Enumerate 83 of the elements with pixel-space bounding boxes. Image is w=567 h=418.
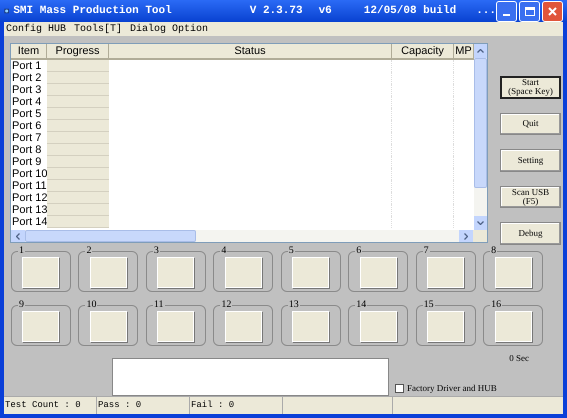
menu-item[interactable]: Tools[T] xyxy=(74,22,122,36)
port-button[interactable] xyxy=(494,311,532,342)
table-cell-text: Port 7 xyxy=(11,132,42,144)
port-button[interactable] xyxy=(494,257,532,288)
port-button[interactable] xyxy=(427,257,464,288)
table-cell: Port 14 xyxy=(11,216,47,228)
port-number: 9 xyxy=(18,300,25,310)
port-button[interactable] xyxy=(292,311,330,342)
table-cell: Port 13 xyxy=(11,204,47,216)
port-button[interactable] xyxy=(360,257,397,288)
scrollbar-thumb[interactable] xyxy=(474,58,487,188)
scroll-down-button[interactable] xyxy=(474,216,487,230)
port-number: 5 xyxy=(288,246,295,256)
port-button[interactable] xyxy=(360,311,397,342)
port-button[interactable] xyxy=(90,311,127,342)
table-cell-text: Port 6 xyxy=(11,120,42,132)
scrollbar-corner xyxy=(473,230,487,242)
port-button[interactable] xyxy=(427,311,464,342)
table-cell: Port 10 xyxy=(11,168,47,180)
minimize-button[interactable] xyxy=(496,0,517,22)
port-number: 16 xyxy=(490,300,502,310)
port-number: 6 xyxy=(355,246,362,256)
table-cell-text: Port 4 xyxy=(11,96,42,108)
scroll-right-button[interactable] xyxy=(459,230,473,242)
table-cell-text: Port 2 xyxy=(11,72,42,84)
port-number: 4 xyxy=(220,246,228,256)
port-number: 10 xyxy=(85,300,98,310)
status-pane: Test Count : 0 xyxy=(4,397,97,414)
status-pane: Fail : 0 xyxy=(190,397,283,414)
column-header[interactable]: MP xyxy=(454,44,474,60)
port-button[interactable] xyxy=(90,257,127,288)
table-cell-text: Port 5 xyxy=(11,108,42,120)
port-number: 1 xyxy=(18,246,25,256)
port-button[interactable] xyxy=(292,257,330,288)
variant-text: v6 xyxy=(318,4,332,19)
column-header[interactable]: Capacity xyxy=(392,44,454,60)
log-box[interactable] xyxy=(112,358,389,396)
port-number: 7 xyxy=(422,246,430,256)
table-cell: Port 11 xyxy=(11,180,47,192)
checkbox-label: Factory Driver and HUB xyxy=(407,382,497,395)
port-number: 14 xyxy=(355,300,368,310)
action-button[interactable]: Setting xyxy=(500,149,561,172)
port-button[interactable] xyxy=(224,257,262,288)
port-number: 8 xyxy=(490,246,498,256)
factory-checkbox[interactable] xyxy=(395,384,404,393)
column-header[interactable]: Item xyxy=(11,44,47,60)
window-title: SMI Mass Production Tool xyxy=(13,4,172,19)
ellipsis-text: ... xyxy=(476,4,496,19)
port-button[interactable] xyxy=(22,257,60,288)
status-pane: Pass : 0 xyxy=(97,397,190,414)
action-button[interactable]: Scan USB (F5) xyxy=(500,186,561,208)
port-number: 15 xyxy=(422,300,435,310)
port-button[interactable] xyxy=(22,311,60,342)
action-button[interactable]: Start (Space Key) xyxy=(500,76,561,99)
vertical-scrollbar[interactable] xyxy=(474,44,487,230)
timer-text: 0 Sec xyxy=(509,352,529,365)
action-button[interactable]: Debug xyxy=(500,222,561,245)
column-header[interactable]: Progress xyxy=(47,44,109,60)
close-button[interactable] xyxy=(542,0,563,22)
version-text: V 2.3.73 xyxy=(250,4,303,19)
port-number: 12 xyxy=(220,300,232,310)
port-button[interactable] xyxy=(157,311,194,342)
table-cell-text: Port 3 xyxy=(11,84,42,96)
menu-item[interactable]: Dialog Option xyxy=(130,22,208,36)
action-button[interactable]: Quit xyxy=(500,112,561,136)
port-button[interactable] xyxy=(224,311,262,342)
menu-item[interactable]: Config HUB xyxy=(6,22,66,36)
port-number: 3 xyxy=(152,246,160,256)
scrollbar-thumb[interactable] xyxy=(25,230,196,242)
table-cell-text: Port 9 xyxy=(11,156,42,168)
port-number: 13 xyxy=(288,300,300,310)
port-number: 2 xyxy=(85,246,92,256)
table-cell-text: Port 8 xyxy=(11,144,42,156)
port-button[interactable] xyxy=(157,257,194,288)
build-text: 12/05/08 build xyxy=(364,4,456,19)
table-cell-text: Port 1 xyxy=(11,60,42,72)
close-icon xyxy=(548,6,557,16)
maximize-button[interactable] xyxy=(519,0,540,22)
scroll-left-button[interactable] xyxy=(11,230,25,242)
port-number: 11 xyxy=(152,300,165,310)
table-cell: Port 12 xyxy=(11,192,47,204)
scroll-up-button[interactable] xyxy=(474,44,487,58)
column-header[interactable]: Status xyxy=(109,44,392,60)
